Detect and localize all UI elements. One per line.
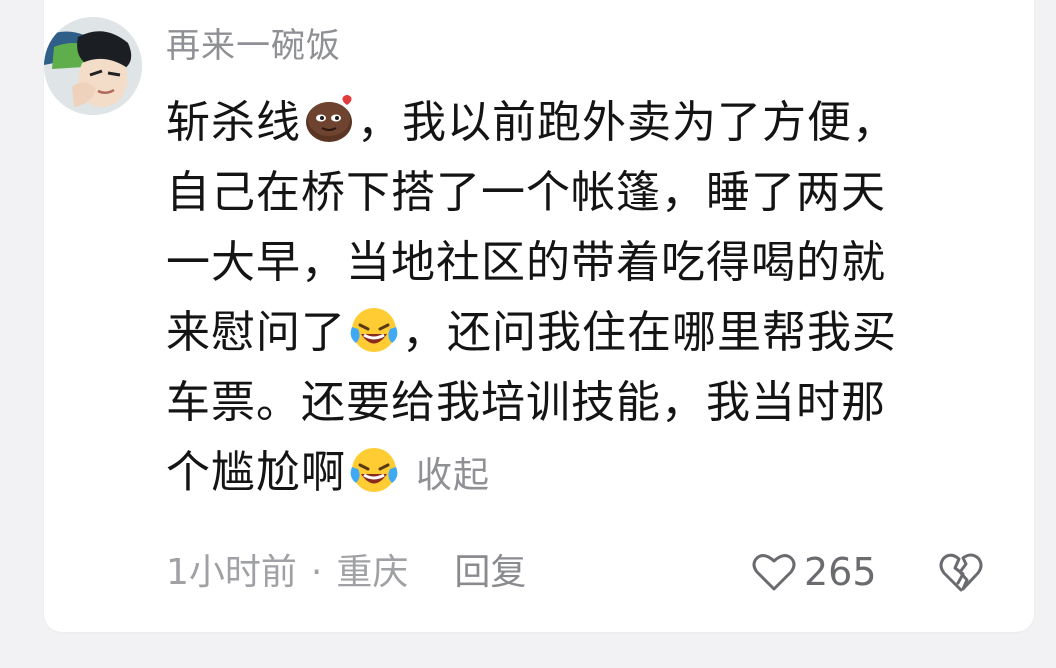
broken-heart-icon[interactable] <box>938 550 984 594</box>
comment-body: 斩杀线 ，我以前跑外卖为了方便， 自己在桥下搭了一个帐篷，睡了两天 一大早，当地… <box>166 88 966 508</box>
brown-face-emoji <box>306 95 352 142</box>
laughing-crying-emoji <box>350 448 398 492</box>
comment-line: 一大早，当地社区的带着吃得喝的就 <box>166 237 886 288</box>
comment-text: ，我以前跑外卖为了方便， <box>357 97 897 148</box>
comment-line: 来慰问了 ，还问我住在哪里帮我买 <box>166 298 966 368</box>
comment-text: ，还问我住在哪里帮我买 <box>402 307 897 358</box>
collapse-button[interactable]: 收起 <box>416 455 490 496</box>
comment-text: 来慰问了 <box>166 307 346 358</box>
comment-line: 车票。还要给我培训技能，我当时那 <box>166 377 886 428</box>
reply-button[interactable]: 回复 <box>454 552 526 593</box>
avatar[interactable] <box>44 17 142 115</box>
like-button[interactable]: 265 <box>752 546 877 598</box>
comment-line: 斩杀线 ，我以前跑外卖为了方便， <box>166 88 966 158</box>
comment-meta: 1小时前 · 重庆 回复 <box>166 548 526 598</box>
comment-line: 自己在桥下搭了一个帐篷，睡了两天 <box>166 167 886 218</box>
comment-text: 斩杀线 <box>166 97 301 148</box>
comment-location: 重庆 <box>336 552 409 593</box>
like-count: 265 <box>804 550 877 594</box>
heart-outline-icon <box>752 554 796 591</box>
comment-time: 1小时前 <box>166 552 297 593</box>
comment-line: 个尴尬啊 收起 <box>166 438 966 508</box>
laughing-crying-emoji <box>350 308 398 352</box>
comment-text: 个尴尬啊 <box>166 447 346 498</box>
comment-username[interactable]: 再来一碗饭 <box>166 22 341 70</box>
meta-separator: · <box>310 552 323 593</box>
